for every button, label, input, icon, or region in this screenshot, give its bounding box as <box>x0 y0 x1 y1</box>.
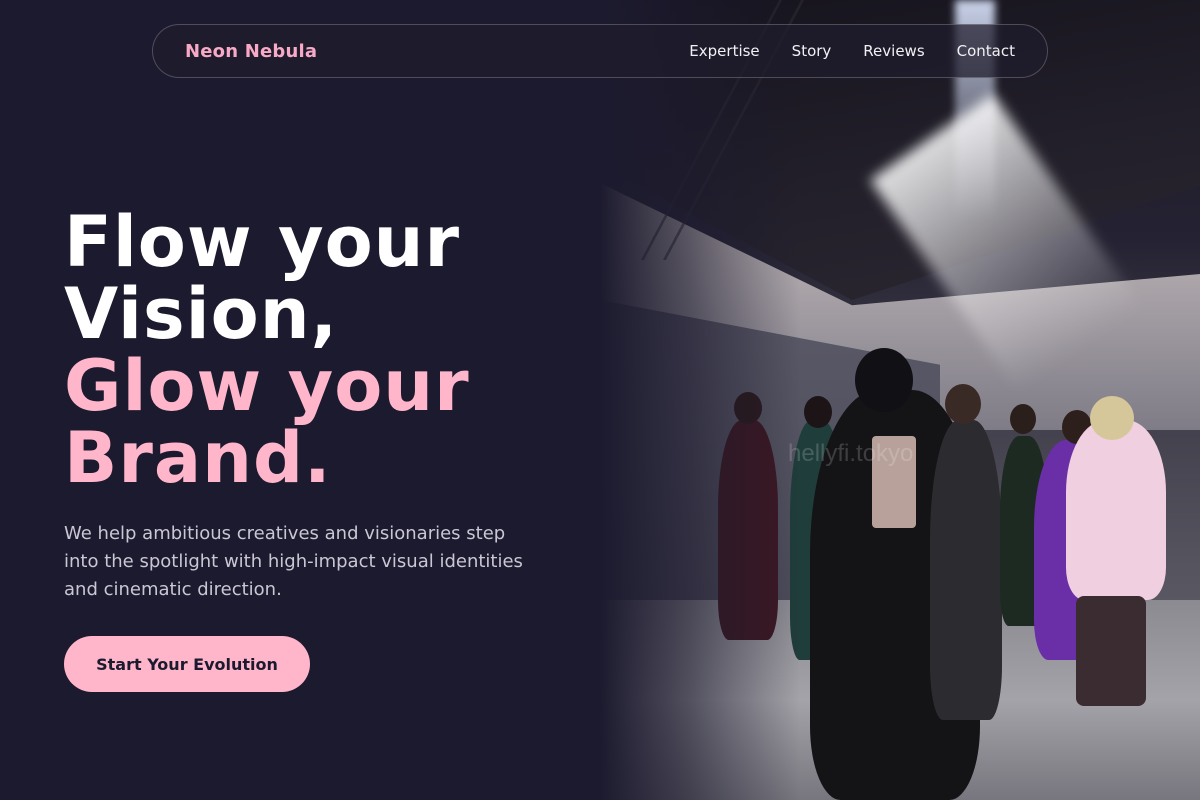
landing-page: hellyfi.tokyo Neon Nebula Expertise Stor… <box>0 0 1200 800</box>
nav-link-contact[interactable]: Contact <box>957 42 1015 60</box>
hero-title-line-1: Flow your <box>64 201 461 283</box>
photo-watermark: hellyfi.tokyo <box>788 440 914 467</box>
navbar: Neon Nebula Expertise Story Reviews Cont… <box>152 24 1048 78</box>
hero-title-line-4: Brand. <box>64 417 332 499</box>
nav-link-expertise[interactable]: Expertise <box>689 42 759 60</box>
hero-description: We help ambitious creatives and visionar… <box>64 523 523 600</box>
brand-logo[interactable]: Neon Nebula <box>185 41 317 62</box>
hero-title-line-2: Vision, <box>64 273 339 355</box>
start-evolution-button[interactable]: Start Your Evolution <box>64 636 310 692</box>
nav-link-story[interactable]: Story <box>792 42 832 60</box>
hero-title: Flow your Vision, Glow your Brand. <box>64 206 470 494</box>
hero-photo: hellyfi.tokyo <box>600 0 1200 800</box>
nav-link-reviews[interactable]: Reviews <box>863 42 924 60</box>
hero-title-line-3: Glow your <box>64 345 470 427</box>
nav-links: Expertise Story Reviews Contact <box>689 42 1015 60</box>
